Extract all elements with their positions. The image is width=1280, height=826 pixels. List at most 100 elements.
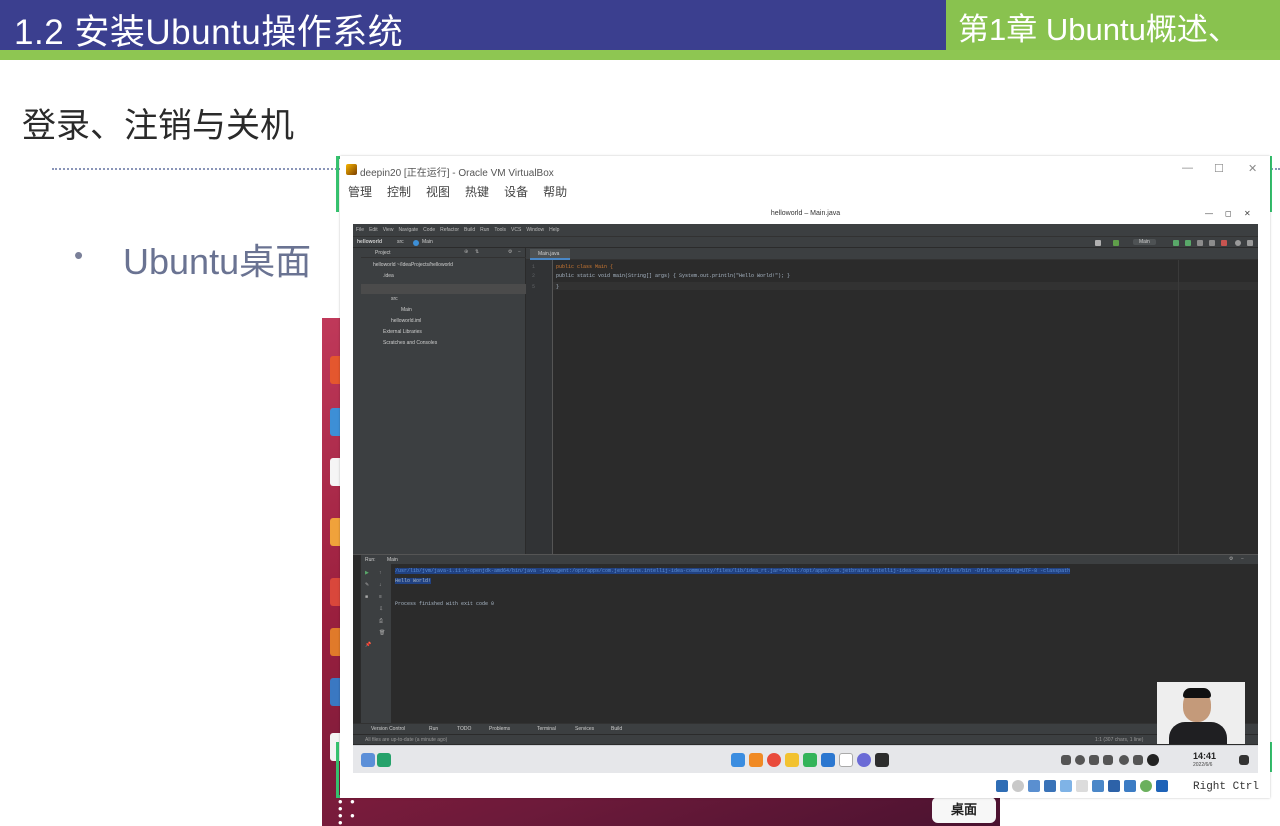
close-icon[interactable]: ✕ [1248,162,1257,175]
menu-hotkey[interactable]: 热键 [465,183,489,201]
launcher-icon[interactable] [361,753,375,767]
photos-icon[interactable] [803,753,817,767]
app-store-icon[interactable] [749,753,763,767]
menu-view[interactable]: 视图 [426,183,450,201]
tool-tab-problems[interactable]: Problems [489,726,510,732]
display-icon[interactable] [1092,780,1104,792]
menu-run[interactable]: Run [480,224,489,236]
volume-icon[interactable] [1075,755,1085,765]
keyboard-icon[interactable] [1061,755,1071,765]
notification-icon[interactable] [1103,755,1113,765]
menu-edit[interactable]: Edit [369,224,378,236]
cursor-position[interactable]: 1:1 (307 chars, 1 line) [1095,737,1143,743]
soft-wrap-icon[interactable]: ≡ [379,594,382,600]
hide-icon[interactable]: − [518,249,521,255]
eye-icon[interactable] [1089,755,1099,765]
trash-icon[interactable]: 🗑 [379,630,385,636]
breadcrumb-src[interactable]: src [397,239,404,245]
menu-refactor[interactable]: Refactor [440,224,459,236]
tool-tab-services[interactable]: Services [575,726,594,732]
search-icon[interactable] [1235,240,1241,246]
user-icon[interactable] [1095,240,1101,246]
audio-icon[interactable] [1028,780,1040,792]
run-icon[interactable] [1173,240,1179,246]
menu-window[interactable]: Window [526,224,544,236]
multitask-view-icon[interactable] [377,753,391,767]
scroll-end-icon[interactable]: ⇩ [379,606,383,612]
tree-item-scratches[interactable]: Scratches and Consoles [383,340,437,346]
music-icon[interactable] [785,753,799,767]
hide-icon[interactable]: − [1241,556,1244,562]
browser-icon[interactable] [767,753,781,767]
menu-devices[interactable]: 设备 [504,183,528,201]
console-output[interactable]: /usr/lib/jvm/java-1.11.0-openjdk-amd64/b… [391,564,1258,728]
locate-icon[interactable]: ⊕ [464,249,468,255]
coverage-icon[interactable] [1197,240,1203,246]
minus-icon[interactable] [1133,755,1143,765]
menu-navigate[interactable]: Navigate [398,224,418,236]
run-config-select[interactable]: Main [1133,239,1156,245]
stop-icon[interactable] [1221,240,1227,246]
maximize-icon[interactable]: ☐ [1214,162,1224,175]
breadcrumb-main[interactable]: Main [422,239,433,245]
show-applications-icon[interactable]: • • •• • •• • • [338,795,364,826]
minimize-icon[interactable]: — [1205,209,1213,218]
tree-item-iml[interactable]: helloworld.iml [391,318,421,324]
guest-screen[interactable]: helloworld – Main.java — ◻ ✕ File Edit V… [353,205,1258,773]
tree-item-main[interactable]: Main [401,307,412,313]
menu-vcs[interactable]: VCS [511,224,521,236]
menu-file[interactable]: File [356,224,364,236]
tool-tab-todo[interactable]: TODO [457,726,471,732]
tool-tab-build[interactable]: Build [611,726,622,732]
file-manager-icon[interactable] [731,753,745,767]
minimize-icon[interactable]: — [1182,162,1193,174]
tree-item-project[interactable]: helloworld ~/IdeaProjects/helloworld [373,262,453,268]
power-icon[interactable] [1147,754,1159,766]
recording-icon[interactable] [1108,780,1120,792]
clock-time[interactable]: 14:41 [1193,751,1216,761]
menu-tools[interactable]: Tools [494,224,506,236]
menu-help[interactable]: Help [549,224,559,236]
tree-item-src[interactable]: src [391,296,398,302]
desktop-button[interactable]: 桌面 [932,797,996,823]
breadcrumb-project[interactable]: helloworld [357,239,382,245]
code-line[interactable]: public class Main { [556,264,613,270]
mouse-integration-icon[interactable] [1156,780,1168,792]
tool-tab-version-control[interactable]: Version Control [371,726,405,732]
tool-tab-terminal[interactable]: Terminal [537,726,556,732]
code-editor[interactable]: Main.java 1 2 5 public class Main { publ… [526,248,1258,554]
collapse-icon[interactable]: ⇅ [475,249,479,255]
build-icon[interactable] [1113,240,1119,246]
shared-folder-icon[interactable] [1076,780,1088,792]
editor-tab-main[interactable]: Main.java [530,249,570,260]
intellij-icon[interactable] [875,753,889,767]
up-icon[interactable]: ↑ [379,570,382,576]
print-icon[interactable]: ⎙ [379,618,383,624]
hard-disk-icon[interactable] [996,780,1008,792]
down-icon[interactable]: ↓ [379,582,382,588]
tool-tab-run[interactable]: Run [429,726,438,732]
optical-drive-icon[interactable] [1012,780,1024,792]
menu-help[interactable]: 帮助 [543,183,567,201]
pin-icon[interactable]: 📌 [365,642,371,648]
rerun-icon[interactable]: ▶ [365,570,369,576]
code-line[interactable]: public static void main(String[] args) {… [556,273,790,279]
guest-additions-icon[interactable] [1140,780,1152,792]
settings-icon[interactable] [1247,240,1253,246]
maximize-icon[interactable]: ◻ [1225,209,1232,218]
menu-build[interactable]: Build [464,224,475,236]
wrench-icon[interactable]: ✎ [365,582,369,588]
close-icon[interactable]: ✕ [1244,209,1251,218]
tree-item-external-libraries[interactable]: External Libraries [383,329,422,335]
tree-item-idea[interactable]: .idea [383,273,394,279]
usb-icon[interactable] [1060,780,1072,792]
project-view-label[interactable]: Project [375,250,391,256]
menu-control[interactable]: 控制 [387,183,411,201]
profile-icon[interactable] [1209,240,1215,246]
run-tab-main[interactable]: Main [387,557,398,563]
virtualization-icon[interactable] [1124,780,1136,792]
settings-icon[interactable] [857,753,871,767]
stop-icon[interactable]: ■ [365,594,368,600]
video-icon[interactable] [821,753,835,767]
intellij-titlebar[interactable]: helloworld – Main.java — ◻ ✕ [353,205,1258,224]
